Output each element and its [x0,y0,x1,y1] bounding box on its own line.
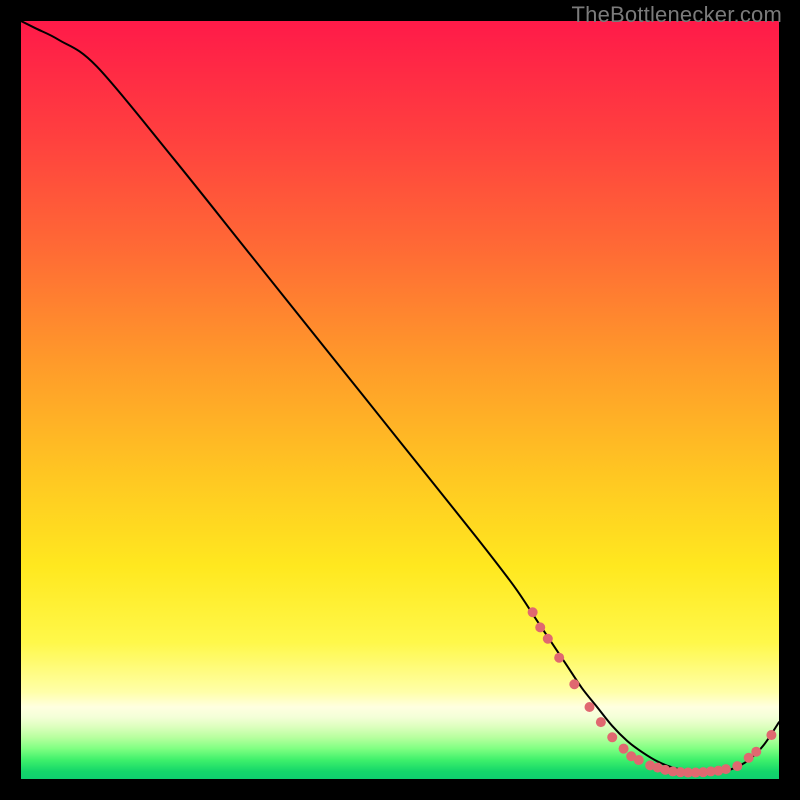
data-marker [732,761,742,771]
data-marker [634,755,644,765]
chart-stage: TheBottlenecker.com [0,0,800,800]
data-marker [569,679,579,689]
data-marker [585,702,595,712]
data-marker [535,622,545,632]
data-marker [766,730,776,740]
chart-svg [21,21,779,779]
chart-plot-area [21,21,779,779]
data-marker [751,747,761,757]
data-marker [528,607,538,617]
data-marker [607,732,617,742]
chart-gradient-bg [21,21,779,779]
data-marker [596,717,606,727]
data-marker [721,764,731,774]
data-marker [554,653,564,663]
data-marker [543,634,553,644]
data-marker [619,744,629,754]
